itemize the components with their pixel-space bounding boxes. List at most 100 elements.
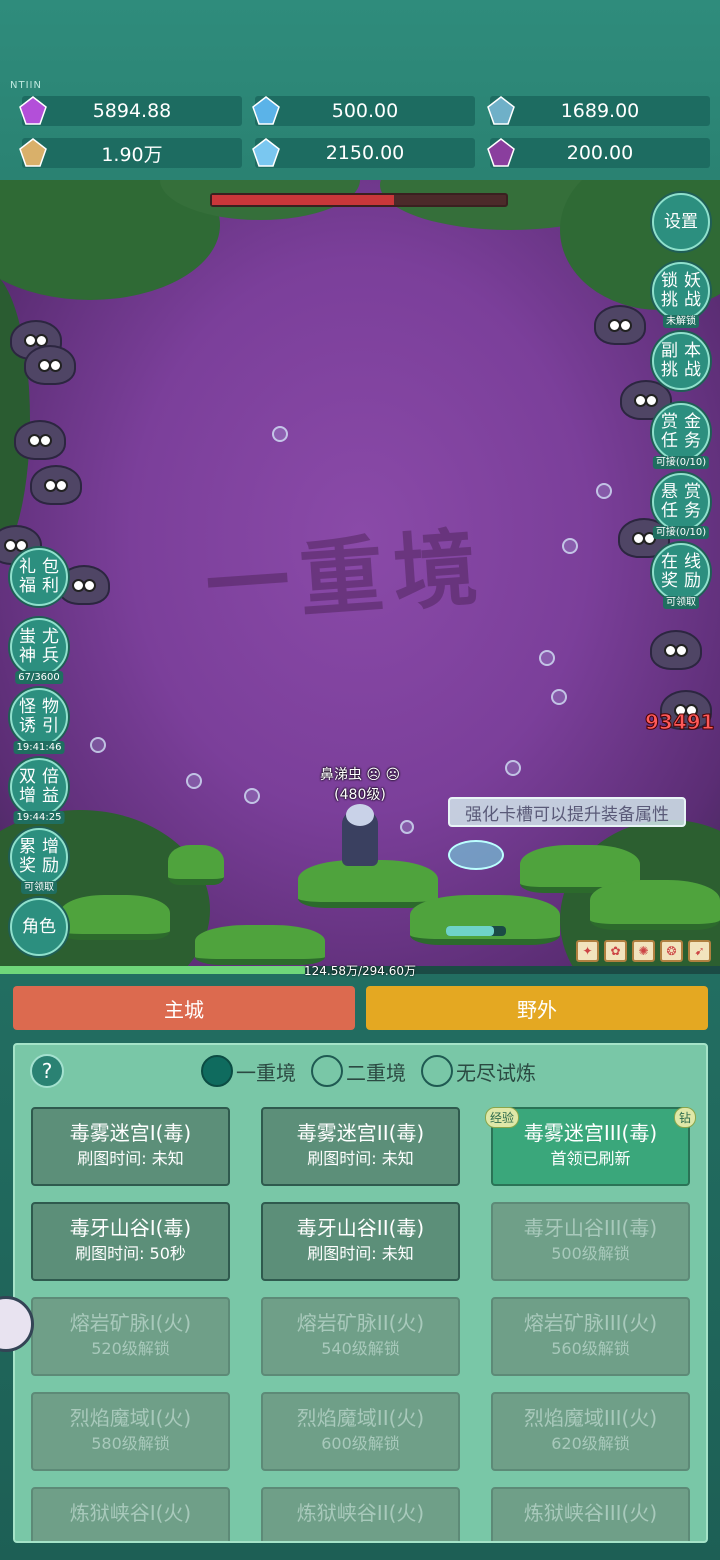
side-menu-button[interactable]: 锁妖挑战未解锁 bbox=[652, 262, 710, 328]
resource-counter: 1689.00 bbox=[487, 96, 710, 126]
side-menu-button[interactable]: 双倍增益 19:44:25 bbox=[10, 758, 68, 824]
monster bbox=[14, 420, 66, 460]
resource-value: 5894.88 bbox=[92, 100, 172, 122]
side-menu-char: 战 bbox=[684, 360, 701, 380]
realm-option[interactable]: 无尽试炼 bbox=[421, 1055, 536, 1087]
side-menu-button[interactable]: 累增奖励可领取 bbox=[10, 828, 68, 894]
map-title: 毒雾迷宫II(毒) bbox=[296, 1121, 425, 1145]
map-card[interactable]: 烈焰魔域II(火) 600级解锁 bbox=[261, 1392, 460, 1471]
map-card[interactable]: 炼狱峡谷I(火) bbox=[31, 1487, 230, 1541]
battle-area: 一重境 鼻涕虫 ☹ ☹ (480级) 强化卡槽可以提升装备属性 93491 ✦ … bbox=[0, 180, 720, 970]
side-menu-char: 本 bbox=[684, 341, 701, 361]
ice-crystal-icon bbox=[249, 136, 283, 170]
side-menu-button[interactable]: 副本挑战 bbox=[652, 332, 710, 390]
map-card[interactable]: 毒雾迷宫I(毒) 刷图时间: 未知 bbox=[31, 1107, 230, 1186]
side-menu-label: 双倍增益 bbox=[17, 768, 61, 806]
bubble bbox=[562, 538, 578, 554]
map-card[interactable]: 炼狱峡谷II(火) bbox=[261, 1487, 460, 1541]
tab-wild[interactable]: 野外 bbox=[366, 986, 708, 1030]
blue-crystal-icon bbox=[249, 94, 283, 128]
side-menu-char: 增 bbox=[42, 837, 59, 857]
map-card[interactable]: 毒牙山谷I(毒) 刷图时间: 50秒 bbox=[31, 1202, 230, 1281]
side-menu-button[interactable]: 蚩尤神兵 67/3600 bbox=[10, 618, 68, 684]
map-status: 500级解锁 bbox=[551, 1244, 630, 1263]
bubble bbox=[186, 773, 202, 789]
map-card[interactable]: 毒雾迷宫III(毒) 首领已刷新 经验 钻 bbox=[485, 1107, 696, 1186]
side-menu-button[interactable]: 礼包福利 bbox=[10, 548, 68, 606]
side-menu-char: 挑 bbox=[661, 290, 678, 310]
side-menu-char: 悬 bbox=[661, 482, 678, 502]
monster bbox=[24, 345, 76, 385]
side-menu-char: 战 bbox=[684, 290, 701, 310]
skill-slot-icon[interactable]: ✿ bbox=[604, 940, 627, 962]
purple-orb-icon bbox=[484, 136, 518, 170]
side-menu-label: 在线奖励 bbox=[659, 553, 703, 591]
skill-slot-icon[interactable]: ✺ bbox=[632, 940, 655, 962]
map-status: 刷图时间: 50秒 bbox=[75, 1244, 186, 1263]
side-menu-char: 累 bbox=[19, 837, 36, 857]
target-label: 鼻涕虫 ☹ ☹ (480级) bbox=[319, 767, 401, 803]
side-menu-char: 挑 bbox=[661, 360, 678, 380]
map-card[interactable]: 烈焰魔域I(火) 580级解锁 bbox=[31, 1392, 230, 1471]
boss-hp-fill bbox=[212, 195, 395, 205]
map-card[interactable]: 烈焰魔域III(火) 620级解锁 bbox=[491, 1392, 690, 1471]
side-menu-button[interactable]: 角色 bbox=[10, 898, 68, 956]
realm-label: 一重境 bbox=[236, 1060, 296, 1085]
map-card[interactable]: 熔岩矿脉I(火) 520级解锁 bbox=[31, 1297, 230, 1376]
side-menu-status: 67/3600 bbox=[15, 671, 63, 684]
map-card[interactable]: 毒雾迷宫II(毒) 刷图时间: 未知 bbox=[261, 1107, 460, 1186]
side-menu-button[interactable]: 悬赏任务可接(0/10) bbox=[652, 473, 710, 539]
map-card[interactable]: 炼狱峡谷III(火) bbox=[491, 1487, 690, 1541]
side-menu-label: 角色 bbox=[22, 917, 56, 937]
side-menu-button[interactable]: 在线奖励可领取 bbox=[652, 543, 710, 609]
map-title: 炼狱峡谷III(火) bbox=[523, 1501, 658, 1525]
map-status: 520级解锁 bbox=[91, 1339, 170, 1358]
tab-main-city[interactable]: 主城 bbox=[13, 986, 355, 1030]
side-menu-char: 增 bbox=[19, 786, 36, 806]
resource-counter: 1.90万 bbox=[19, 138, 242, 168]
map-card[interactable]: 毒牙山谷III(毒) 500级解锁 bbox=[491, 1202, 690, 1281]
skill-slot-icon[interactable]: ❂ bbox=[660, 940, 683, 962]
side-menu-button[interactable]: 设置 bbox=[652, 193, 710, 251]
realm-label: 无尽试炼 bbox=[456, 1060, 536, 1085]
side-menu-label: 赏金任务 bbox=[659, 413, 703, 451]
side-menu-char: 任 bbox=[661, 501, 678, 521]
map-card[interactable]: 熔岩矿脉II(火) 540级解锁 bbox=[261, 1297, 460, 1376]
side-menu-label: 悬赏任务 bbox=[659, 483, 703, 521]
side-menu-button[interactable]: 赏金任务可接(0/10) bbox=[652, 403, 710, 469]
grass-platform bbox=[410, 895, 560, 945]
map-card[interactable]: 毒牙山谷II(毒) 刷图时间: 未知 bbox=[261, 1202, 460, 1281]
side-menu-button[interactable]: 怪物诱引 19:41:46 bbox=[10, 688, 68, 754]
grass-platform bbox=[168, 845, 224, 885]
map-title: 毒雾迷宫III(毒) bbox=[523, 1121, 658, 1145]
map-status: 560级解锁 bbox=[551, 1339, 630, 1358]
side-menu-char: 尤 bbox=[42, 627, 59, 647]
target-level: (480级) bbox=[334, 787, 386, 803]
side-menu-status: 可领取 bbox=[21, 881, 57, 894]
realm-label: 二重境 bbox=[346, 1060, 406, 1085]
map-title: 毒牙山谷I(毒) bbox=[69, 1216, 192, 1240]
map-status: 580级解锁 bbox=[91, 1434, 170, 1453]
side-menu-char: 福 bbox=[19, 576, 36, 596]
skill-slot-icon[interactable]: ✦ bbox=[576, 940, 599, 962]
realm-option[interactable]: 二重境 bbox=[311, 1055, 406, 1087]
side-menu-label: 锁妖挑战 bbox=[659, 272, 703, 310]
side-menu-status: 可接(0/10) bbox=[652, 526, 710, 539]
resource-value: 200.00 bbox=[566, 142, 634, 164]
realm-option[interactable]: 一重境 bbox=[201, 1055, 296, 1087]
skill-slot-icon[interactable]: ➹ bbox=[688, 940, 711, 962]
side-menu-char: 物 bbox=[42, 697, 59, 717]
side-menu-label: 礼包福利 bbox=[17, 558, 61, 596]
player-hero bbox=[342, 804, 378, 866]
map-card[interactable]: 熔岩矿脉III(火) 560级解锁 bbox=[491, 1297, 690, 1376]
side-menu-char: 励 bbox=[42, 856, 59, 876]
side-menu-char: 神 bbox=[19, 646, 36, 666]
bubble-tree bbox=[448, 840, 504, 870]
side-menu-char: 副 bbox=[661, 341, 678, 361]
side-menu-label: 副本挑战 bbox=[659, 342, 703, 380]
exp-label: 124.58万/294.60万 bbox=[303, 964, 417, 978]
map-title: 烈焰魔域II(火) bbox=[296, 1406, 425, 1430]
map-title: 炼狱峡谷I(火) bbox=[69, 1501, 192, 1525]
help-button[interactable]: ? bbox=[30, 1054, 64, 1088]
side-menu-label: 怪物诱引 bbox=[17, 698, 61, 736]
